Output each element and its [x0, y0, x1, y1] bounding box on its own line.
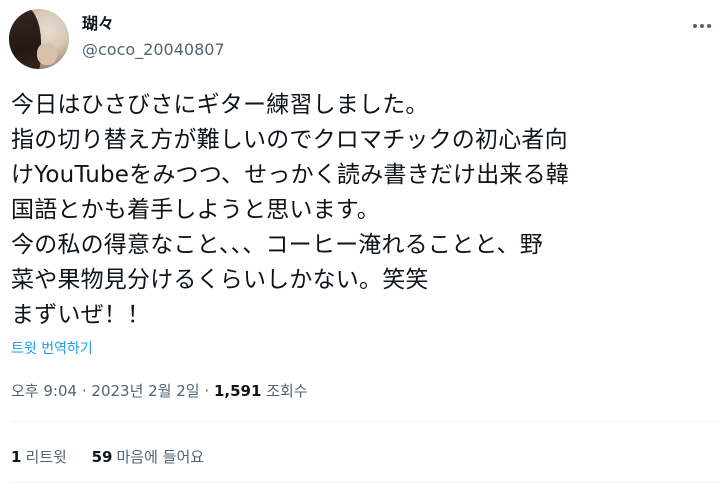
tweet-text-line: 今日はひさびさにギター練習しました。 — [11, 92, 429, 118]
avatar[interactable] — [9, 9, 69, 69]
tweet-time[interactable]: 오후 9:04 — [11, 382, 77, 400]
avatar-hair-shape — [9, 9, 41, 69]
retweets-label: 리트윗 — [25, 448, 67, 466]
tweet-text-line: 指の切り替え方が難しいのでクロマチックの初心者向 — [11, 127, 568, 153]
author-display-name[interactable]: 瑚々 — [82, 14, 114, 34]
avatar-hand-shape — [37, 43, 57, 65]
tweet-text-line: けYouTubeをみつつ、せっかく読み書きだけ出来る韓 — [11, 162, 570, 188]
meta-separator: · — [204, 382, 210, 400]
likes-stat[interactable]: 59 마음에 들어요 — [92, 447, 204, 467]
meta-separator: · — [81, 382, 87, 400]
author-handle[interactable]: @coco_20040807 — [82, 40, 225, 60]
views-count: 1,591 — [213, 382, 262, 400]
tweet-header: 瑚々 @coco_20040807 — [9, 9, 719, 69]
tweet-text-line: 今の私の得意なこと、、、コーヒー淹れることと、野 — [11, 232, 543, 258]
tweet-card: 瑚々 @coco_20040807 今日はひさびさにギター練習しました。 指の切… — [0, 0, 728, 483]
tweet-text-line: 国語とかも着手しようと思います。 — [11, 197, 380, 223]
tweet-date[interactable]: 2023년 2월 2일 — [91, 382, 199, 400]
views-label: 조회수 — [266, 382, 308, 400]
likes-label: 마음에 들어요 — [116, 448, 205, 466]
tweet-text-line: まずいぜ！！ — [11, 302, 151, 328]
retweets-count: 1 — [11, 448, 22, 466]
tweet-text: 今日はひさびさにギター練習しました。 指の切り替え方が難しいのでクロマチックの初… — [11, 88, 717, 333]
tweet-meta: 오후 9:04 · 2023년 2월 2일 · 1,591 조회수 — [11, 381, 308, 401]
more-horizontal-icon — [692, 24, 713, 28]
tweet-stats: 1 리트윗 59 마음에 들어요 — [11, 447, 224, 467]
likes-count: 59 — [91, 448, 113, 466]
retweets-stat[interactable]: 1 리트윗 — [11, 447, 67, 467]
tweet-text-line: 菜や果物見分けるくらいしかない。笑笑 — [11, 267, 429, 293]
translate-tweet-link[interactable]: 트윗 번역하기 — [11, 340, 93, 358]
more-options-button[interactable] — [687, 11, 717, 41]
divider — [11, 421, 719, 422]
